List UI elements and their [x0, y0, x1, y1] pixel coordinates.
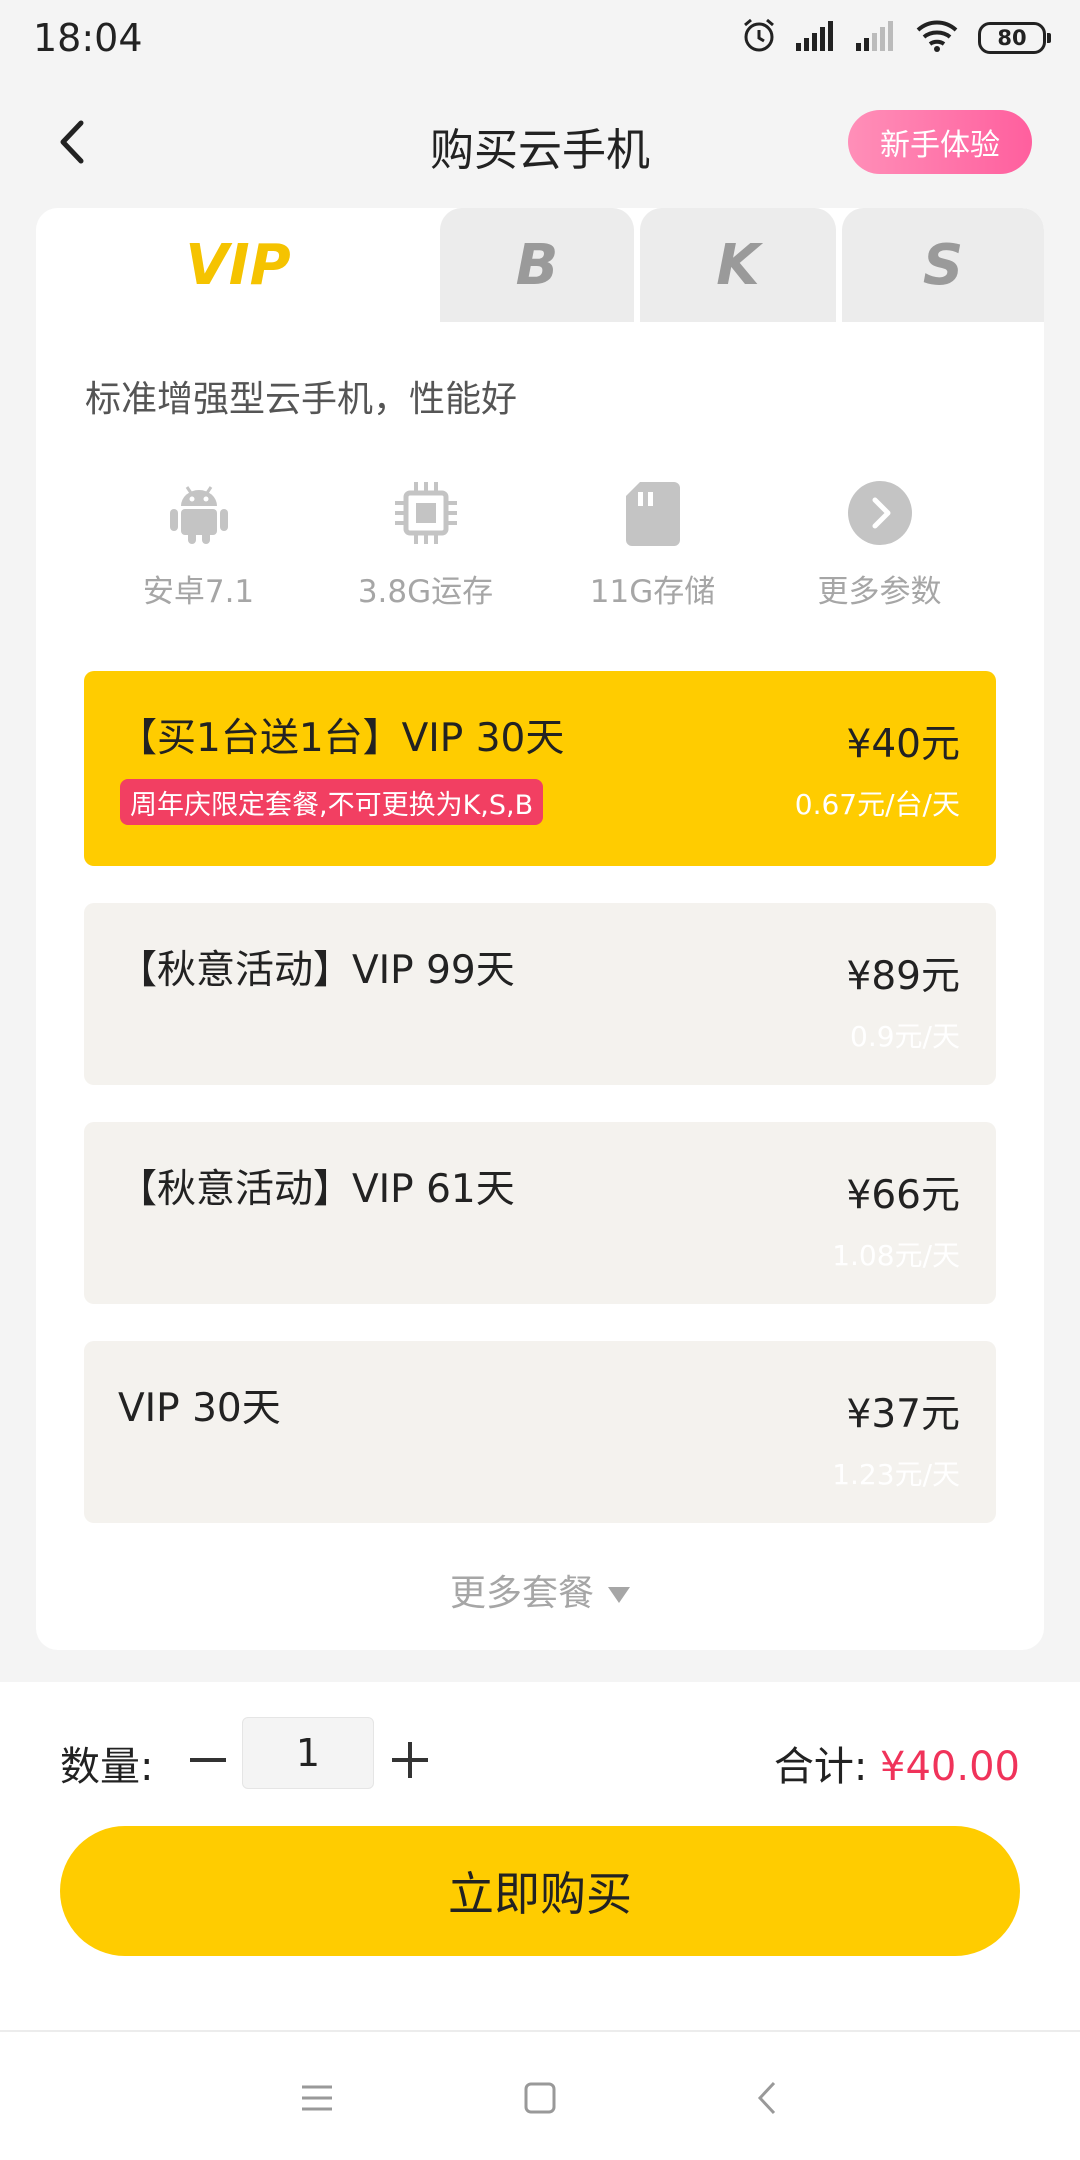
promo-tag: 周年庆限定套餐,不可更换为K,S,B [120, 779, 544, 825]
more-plans-label[interactable]: 更多套餐 [450, 1573, 594, 1614]
status-time: 18:04 [33, 16, 143, 60]
wifi-icon [916, 20, 958, 56]
tier-description: 标准增强型云手机，性能好 [85, 379, 518, 420]
spec-label: 3.8G运存 [357, 574, 494, 610]
back-nav-icon[interactable] [737, 2068, 797, 2128]
plan-name: 【秋意活动】VIP 61天 [118, 1167, 515, 1212]
android-icon [164, 478, 234, 548]
more-plans-button[interactable]: 更多套餐 [36, 1564, 1044, 1616]
tab-vip[interactable]: VIP [36, 208, 440, 322]
trial-button[interactable]: 新手体验 [848, 110, 1032, 174]
spec-list: 安卓7.1 3.8G运存 11G存储 更多参数 [85, 478, 995, 628]
spec-label: 安卓7.1 [142, 574, 255, 610]
tab-b[interactable]: B [440, 208, 634, 322]
tier-tabs: VIP B K S [36, 208, 1044, 322]
plan-price: ¥89元 [846, 954, 960, 999]
status-bar: 18:04 80 [0, 0, 1080, 78]
spec-label[interactable]: 更多参数 [818, 566, 942, 611]
plan-unit-price: 1.08元/天 [832, 1239, 960, 1272]
plus-icon [392, 1742, 428, 1778]
quantity-decrement-button[interactable] [180, 1732, 236, 1788]
signal-weak-icon [856, 21, 896, 55]
sd-card-icon [618, 478, 688, 548]
quantity-input[interactable] [242, 1717, 374, 1789]
top-app-bar: 购买云手机 新手体验 [0, 78, 1080, 208]
plan-name: VIP 30天 [118, 1386, 281, 1431]
spec-ram: 3.8G运存 [312, 478, 539, 628]
plan-name: 【秋意活动】VIP 99天 [118, 948, 515, 993]
system-nav-bar [0, 2030, 1080, 2160]
plan-option[interactable]: 【秋意活动】VIP 61天 ¥66元 1.08元/天 [84, 1122, 996, 1304]
tab-s[interactable]: S [842, 208, 1044, 322]
quantity-increment-button[interactable] [382, 1732, 438, 1788]
buy-now-button[interactable]: 立即购买 [60, 1826, 1020, 1956]
spec-android: 安卓7.1 [85, 478, 312, 628]
home-icon[interactable] [510, 2068, 570, 2128]
battery-indicator: 80 [978, 22, 1051, 54]
plan-price: ¥66元 [846, 1173, 960, 1218]
cpu-chip-icon [391, 478, 461, 548]
plan-unit-price: 1.23元/天 [832, 1458, 960, 1491]
spec-label: 11G存储 [589, 574, 716, 610]
status-icons: 80 [742, 18, 1051, 58]
spec-storage: 11G存储 [539, 478, 766, 628]
signal-icon [796, 21, 836, 55]
plan-option-selected[interactable]: 【买1台送1台】VIP 30天 ¥40元 周年庆限定套餐,不可更换为K,S,B … [84, 671, 996, 866]
spec-more-params[interactable]: 更多参数 [766, 478, 993, 628]
alarm-icon [742, 18, 776, 58]
plan-option[interactable]: VIP 30天 ¥37元 1.23元/天 [84, 1341, 996, 1523]
quantity-label: 数量: [60, 1744, 154, 1790]
plan-card: VIP B K S 标准增强型云手机，性能好 安卓7.1 3.8G运存 11G存… [36, 208, 1044, 1650]
total-label: 合计: [773, 1744, 868, 1790]
purchase-panel: 数量: 合计: ¥40.00 立即购买 [0, 1682, 1080, 2030]
plan-name: 【买1台送1台】VIP 30天 [118, 716, 565, 761]
chevron-right-circle-icon[interactable] [845, 478, 915, 548]
total-value: ¥40.00 [880, 1744, 1020, 1790]
triangle-down-icon[interactable] [608, 1587, 630, 1603]
minus-icon [190, 1758, 226, 1762]
total-summary: 合计: ¥40.00 [774, 1734, 1020, 1792]
plan-unit-price: 0.67元/台/天 [794, 788, 960, 821]
plan-unit-price: 0.9元/天 [850, 1020, 960, 1053]
plan-price: ¥40元 [846, 722, 960, 767]
plan-price: ¥37元 [846, 1392, 960, 1437]
plan-option[interactable]: 【秋意活动】VIP 99天 ¥89元 0.9元/天 [84, 903, 996, 1085]
tab-k[interactable]: K [640, 208, 836, 322]
menu-icon[interactable] [287, 2068, 347, 2128]
plan-list: 【买1台送1台】VIP 30天 ¥40元 周年庆限定套餐,不可更换为K,S,B … [84, 671, 996, 1560]
